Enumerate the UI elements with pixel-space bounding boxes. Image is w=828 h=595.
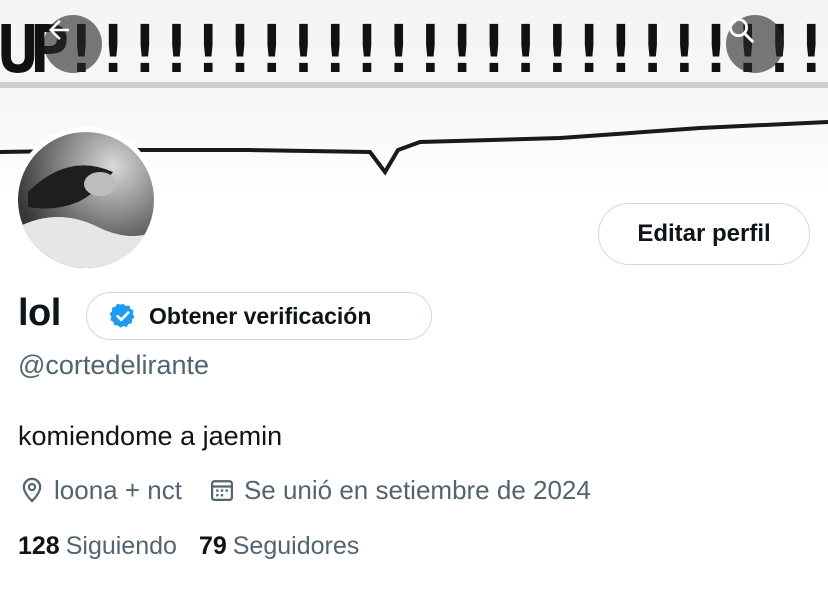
get-verified-button[interactable]: Obtener verificación [86, 292, 432, 340]
banner-scanline [0, 82, 828, 88]
username-handle: @cortedelirante [18, 350, 210, 380]
back-button[interactable] [44, 15, 102, 73]
arrow-left-icon [49, 20, 69, 40]
join-date: Se unió en setiembre de 2024 [208, 475, 591, 506]
location-text: loona + nct [54, 474, 182, 505]
avatar-photo [18, 165, 154, 268]
verified-badge-icon [109, 303, 135, 328]
join-date-text: Se unió en setiembre de 2024 [243, 474, 591, 505]
followers-count: 79 [198, 532, 227, 560]
location: loona + nct [18, 475, 182, 506]
get-verified-label: Obtener verificación [149, 302, 372, 329]
calendar-icon [210, 480, 233, 502]
banner-text: UP!!!!!!!!!!!!!!!!!!!!!!!!!!!!!!!!!!!! [0, 11, 828, 88]
edit-profile-button[interactable]: Editar perfil [598, 203, 810, 265]
display-name: lol [18, 292, 61, 334]
search-button[interactable] [726, 15, 784, 73]
followers-link[interactable]: 79 Seguidores [199, 532, 359, 561]
avatar-image [18, 132, 154, 268]
following-count: 128 [18, 532, 60, 560]
search-icon [729, 18, 754, 43]
profile-meta: loona + nct Se unió en setiembre de 2024 [18, 472, 591, 508]
followers-label: Seguidores [232, 532, 360, 560]
following-label: Siguiendo [65, 532, 177, 560]
avatar[interactable] [13, 127, 159, 273]
profile-stats: 128 Siguiendo 79 Seguidores [18, 532, 359, 561]
following-link[interactable]: 128 Siguiendo [18, 532, 177, 561]
profile-bio: komiendome a jaemin [18, 421, 283, 451]
location-pin-icon [22, 477, 42, 503]
